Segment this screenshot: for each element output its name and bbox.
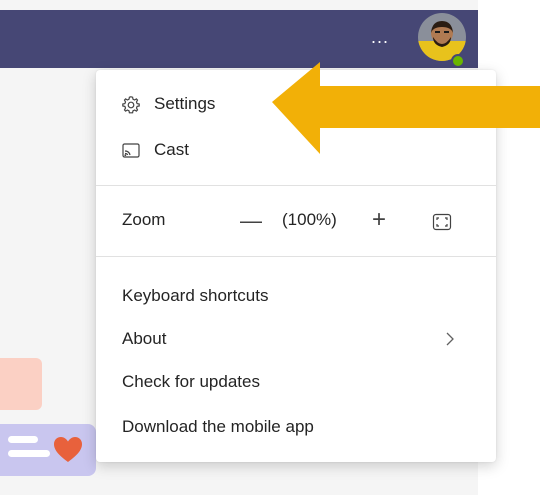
menu-item-download-mobile-app[interactable]: Download the mobile app [96, 407, 496, 447]
annotation-arrow [272, 62, 540, 154]
cast-icon [120, 140, 142, 162]
zoom-in-button[interactable]: + [372, 206, 386, 234]
cast-label: Cast [154, 140, 189, 159]
menu-divider [96, 185, 496, 186]
zoom-label: Zoom [122, 210, 166, 229]
download-mobile-app-label: Download the mobile app [122, 417, 314, 436]
zoom-out-button[interactable]: — [240, 208, 262, 234]
zoom-row: Zoom — (100%) + [96, 202, 496, 242]
more-options-button[interactable]: ... [368, 28, 392, 50]
menu-item-about[interactable]: About [96, 319, 496, 359]
check-for-updates-label: Check for updates [122, 372, 260, 391]
gear-icon [120, 94, 142, 116]
menu-item-keyboard-shortcuts[interactable]: Keyboard shortcuts [96, 276, 496, 316]
background-text-line [8, 450, 50, 457]
fullscreen-icon[interactable] [432, 212, 452, 232]
heart-icon [54, 437, 82, 462]
keyboard-shortcuts-label: Keyboard shortcuts [122, 286, 269, 305]
menu-divider [96, 256, 496, 257]
title-bar: ... [0, 10, 478, 68]
background-text-line [8, 436, 38, 443]
about-label: About [122, 329, 167, 348]
zoom-level: (100%) [282, 210, 337, 229]
background-card [0, 358, 42, 410]
chevron-right-icon [446, 332, 454, 346]
background-reaction-card [0, 424, 96, 476]
menu-item-check-for-updates[interactable]: Check for updates [96, 362, 496, 402]
settings-label: Settings [154, 94, 216, 113]
